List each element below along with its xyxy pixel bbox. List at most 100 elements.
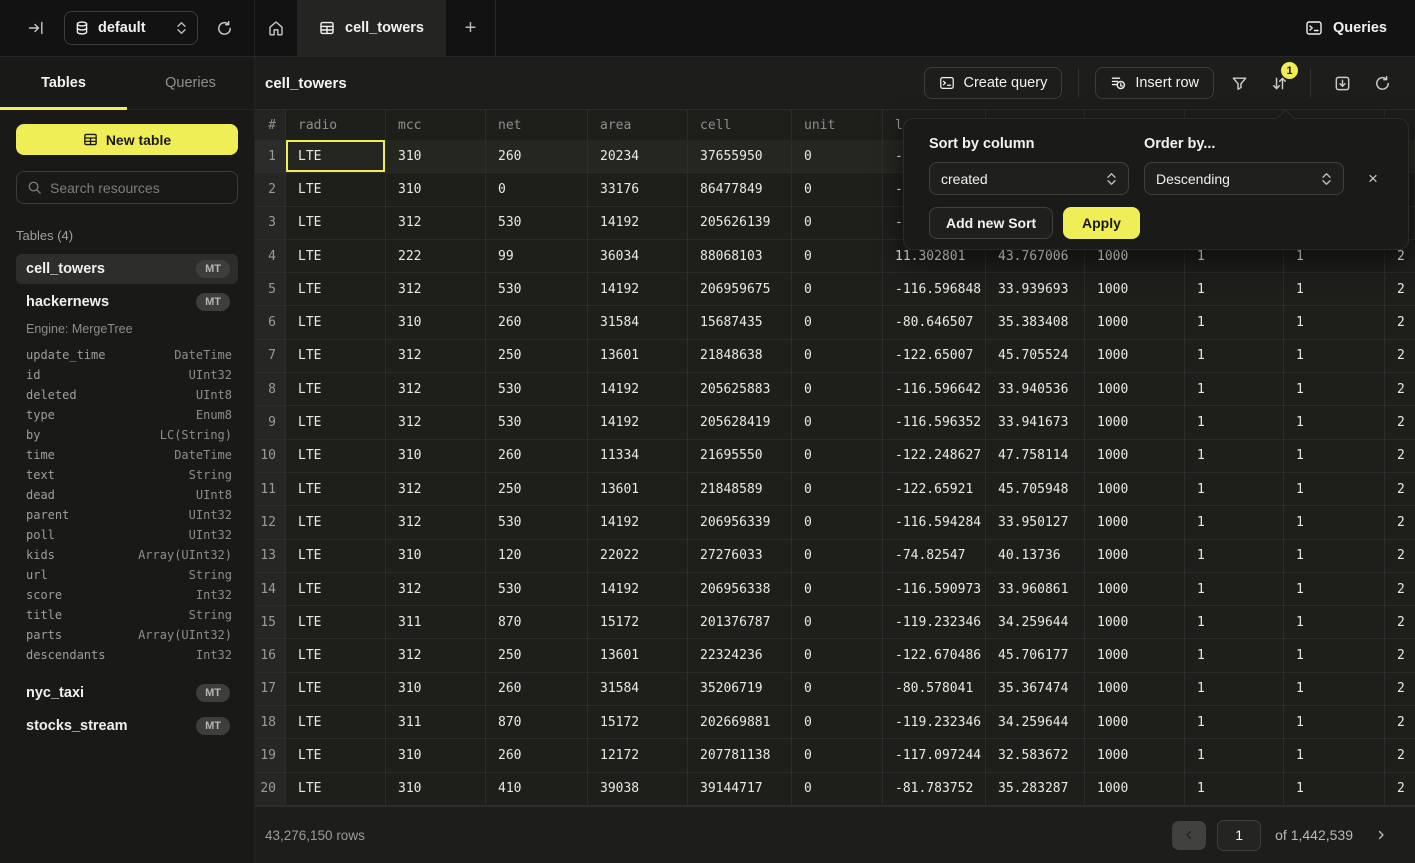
grid-cell[interactable]: 1	[1185, 340, 1284, 372]
grid-cell[interactable]: 2	[1385, 606, 1415, 638]
grid-cell[interactable]: 1000	[1085, 506, 1185, 538]
grid-cell[interactable]: 34.259644	[986, 706, 1085, 738]
grid-cell[interactable]: 11334	[588, 440, 688, 472]
grid-cell[interactable]: 1	[1284, 406, 1385, 438]
grid-cell[interactable]: 14192	[588, 273, 688, 305]
grid-cell[interactable]: 35206719	[688, 673, 792, 705]
grid-cell[interactable]: 0	[792, 173, 883, 205]
grid-cell[interactable]: 312	[386, 373, 486, 405]
grid-cell[interactable]: 14192	[588, 207, 688, 239]
grid-cell[interactable]: 33.939693	[986, 273, 1085, 305]
grid-cell[interactable]: 35.367474	[986, 673, 1085, 705]
grid-cell[interactable]: 310	[386, 306, 486, 338]
previous-page-button[interactable]	[1172, 821, 1206, 850]
sidebar-table-nyc_taxi[interactable]: nyc_taxiMT	[16, 678, 238, 708]
grid-cell[interactable]: 312	[386, 207, 486, 239]
grid-cell[interactable]: 34.259644	[986, 606, 1085, 638]
filter-icon[interactable]	[1224, 68, 1254, 98]
grid-cell[interactable]: 2	[1385, 639, 1415, 671]
grid-cell[interactable]: -122.65921	[883, 473, 986, 505]
sort-order-select[interactable]: Descending	[1144, 162, 1344, 195]
grid-cell[interactable]: 207781138	[688, 739, 792, 771]
grid-cell[interactable]: 32.583672	[986, 739, 1085, 771]
sort-column-select[interactable]: created	[929, 162, 1129, 195]
sidebar-refresh-icon[interactable]	[210, 14, 238, 42]
grid-cell[interactable]: -122.65007	[883, 340, 986, 372]
insert-row-button[interactable]: Insert row	[1095, 67, 1214, 99]
grid-cell[interactable]: 310	[386, 540, 486, 572]
grid-cell[interactable]: 201376787	[688, 606, 792, 638]
grid-cell[interactable]: 37655950	[688, 140, 792, 172]
grid-cell[interactable]: 1	[1185, 706, 1284, 738]
grid-cell[interactable]: 88068103	[688, 240, 792, 272]
grid-cell[interactable]: 0	[792, 573, 883, 605]
grid-cell[interactable]: 530	[486, 406, 588, 438]
grid-cell[interactable]: 2	[1385, 473, 1415, 505]
grid-cell[interactable]: 2	[1385, 506, 1415, 538]
grid-cell[interactable]: 21848589	[688, 473, 792, 505]
search-input[interactable]	[50, 180, 231, 196]
grid-cell[interactable]: 206956338	[688, 573, 792, 605]
grid-cell[interactable]: LTE	[286, 406, 386, 438]
grid-cell[interactable]: -116.596642	[883, 373, 986, 405]
grid-cell[interactable]: 0	[792, 506, 883, 538]
grid-cell[interactable]: 12172	[588, 739, 688, 771]
grid-cell[interactable]: 14192	[588, 373, 688, 405]
grid-cell[interactable]: 99	[486, 240, 588, 272]
grid-cell[interactable]: 45.705948	[986, 473, 1085, 505]
grid-cell[interactable]: 1	[1185, 773, 1284, 805]
grid-cell[interactable]: 1	[1284, 340, 1385, 372]
grid-cell[interactable]: 1000	[1085, 406, 1185, 438]
grid-cell[interactable]: 1000	[1085, 273, 1185, 305]
grid-cell[interactable]: 205628419	[688, 406, 792, 438]
grid-cell[interactable]: LTE	[286, 739, 386, 771]
grid-cell[interactable]: 1	[1185, 573, 1284, 605]
grid-cell[interactable]: 311	[386, 706, 486, 738]
grid-cell[interactable]: 1	[1185, 473, 1284, 505]
grid-cell[interactable]: 870	[486, 606, 588, 638]
grid-cell[interactable]: 0	[792, 739, 883, 771]
grid-cell[interactable]: 0	[792, 306, 883, 338]
grid-cell[interactable]: 205625883	[688, 373, 792, 405]
grid-cell[interactable]: 1000	[1085, 440, 1185, 472]
grid-cell[interactable]: LTE	[286, 306, 386, 338]
download-icon[interactable]	[1327, 68, 1357, 98]
column-header[interactable]: cell	[688, 110, 792, 140]
grid-cell[interactable]: 1000	[1085, 573, 1185, 605]
grid-cell[interactable]: 1	[1185, 639, 1284, 671]
grid-cell[interactable]: 2	[1385, 739, 1415, 771]
sidebar-tab-queries[interactable]: Queries	[127, 57, 254, 109]
grid-cell[interactable]: 1	[1185, 739, 1284, 771]
grid-cell[interactable]: -116.596352	[883, 406, 986, 438]
grid-cell[interactable]: 2	[1385, 440, 1415, 472]
grid-cell[interactable]: LTE	[286, 506, 386, 538]
grid-cell[interactable]: 312	[386, 473, 486, 505]
grid-cell[interactable]: 1000	[1085, 340, 1185, 372]
grid-cell[interactable]: 1	[1284, 773, 1385, 805]
grid-cell[interactable]: 31584	[588, 673, 688, 705]
column-header[interactable]: radio	[286, 110, 386, 140]
grid-cell[interactable]: 2	[1385, 373, 1415, 405]
grid-cell[interactable]: 13601	[588, 473, 688, 505]
apply-sort-button[interactable]: Apply	[1063, 207, 1140, 239]
grid-cell[interactable]: 1	[1185, 673, 1284, 705]
grid-cell[interactable]: 2	[1385, 573, 1415, 605]
grid-cell[interactable]: 1	[1185, 306, 1284, 338]
grid-cell[interactable]: 15172	[588, 606, 688, 638]
grid-cell[interactable]: LTE	[286, 173, 386, 205]
grid-cell[interactable]: 1000	[1085, 373, 1185, 405]
grid-cell[interactable]: 2	[1385, 673, 1415, 705]
grid-cell[interactable]: LTE	[286, 606, 386, 638]
grid-cell[interactable]: 1000	[1085, 739, 1185, 771]
grid-cell[interactable]: 1	[1284, 573, 1385, 605]
grid-cell[interactable]: 2	[1385, 706, 1415, 738]
grid-cell[interactable]: 1	[1284, 673, 1385, 705]
grid-cell[interactable]: 0	[792, 340, 883, 372]
grid-cell[interactable]: 260	[486, 306, 588, 338]
grid-cell[interactable]: 310	[386, 673, 486, 705]
column-header[interactable]: area	[588, 110, 688, 140]
grid-cell[interactable]: 1	[1284, 273, 1385, 305]
grid-cell[interactable]: 33.950127	[986, 506, 1085, 538]
grid-cell[interactable]: 1	[1185, 606, 1284, 638]
new-tab-button[interactable]: +	[446, 0, 495, 56]
